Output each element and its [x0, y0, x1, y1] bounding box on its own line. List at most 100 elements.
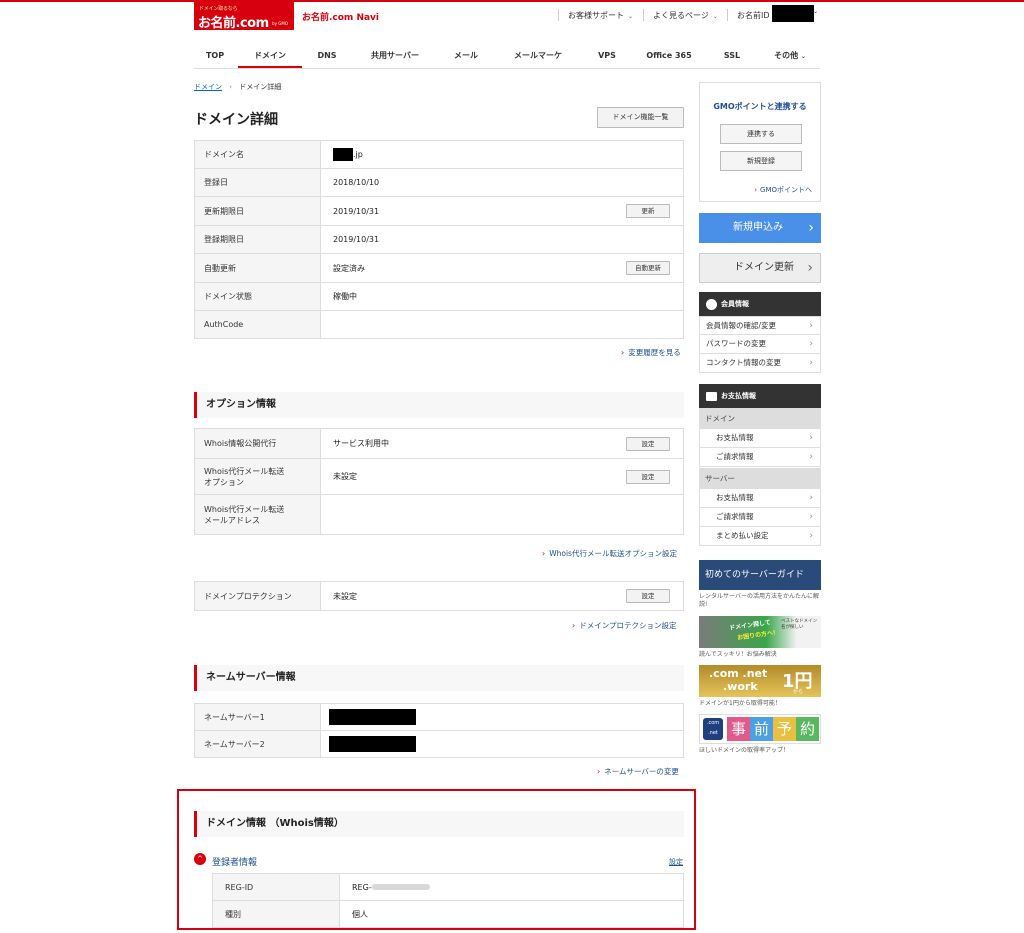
chevron-right-icon: › [809, 339, 813, 349]
history-link-label: 変更履歴を見る [628, 348, 681, 357]
sidebar-item-server-invoice[interactable]: ご請求情報 › [699, 508, 821, 527]
protection-table: ドメインプロテクション 未設定 設定 [194, 581, 684, 611]
one-yen-banner[interactable]: .com .net .work 1円 から [699, 665, 821, 697]
domain-function-list-button[interactable]: ドメイン機能一覧 [597, 107, 684, 128]
row-label: Whois情報公開代行 [195, 429, 321, 458]
pre-reservation-banner[interactable]: .com .net 事 前 予 約 [699, 714, 821, 744]
chevron-down-icon: ⌄ [800, 53, 806, 60]
registrant-table: REG-ID REG- 種別 個人 [212, 873, 684, 928]
sidebar-item-domain-payment[interactable]: お支払情報 › [699, 429, 821, 448]
nav-shared-server[interactable]: 共用サーバー [354, 48, 436, 68]
nav-domain[interactable]: ドメイン [238, 48, 302, 68]
breadcrumb-domain-link[interactable]: ドメイン [194, 83, 222, 91]
manga-banner[interactable]: ドメイン探して お困りの方へ! ベストなドメイン名が探しい [699, 616, 821, 648]
chevron-up-icon[interactable]: ^ [194, 853, 206, 865]
logo-sub: by GMO [272, 21, 288, 26]
id-label: お名前ID [737, 11, 770, 20]
payment-group-domain: ドメイン [699, 408, 821, 429]
row-label-line: メールアドレス [204, 515, 260, 525]
wallet-icon [706, 392, 717, 401]
chevron-down-icon[interactable]: ⌄ [813, 8, 818, 15]
yen-line1: .com .net [709, 667, 768, 680]
protection-link[interactable]: › ドメインプロテクション設定 [572, 620, 676, 631]
protection-value: 未設定 [333, 591, 357, 601]
nav-office365[interactable]: Office 365 [634, 48, 704, 68]
chevron-right-icon: › [542, 549, 546, 558]
registrant-accordion[interactable]: 登録者情報 [212, 855, 257, 868]
renew-button[interactable]: 更新 [626, 204, 670, 218]
nav-dns[interactable]: DNS [302, 48, 352, 68]
auto-renew-button[interactable]: 自動更新 [626, 261, 670, 275]
breadcrumb-current: ドメイン詳細 [239, 83, 282, 91]
domain-renew-label: ドメイン更新 [734, 262, 794, 273]
whois-proxy-setting-button[interactable]: 設定 [626, 436, 670, 451]
sidebar-item-server-payment[interactable]: お支払情報 › [699, 489, 821, 508]
protection-setting-button[interactable]: 設定 [626, 589, 670, 603]
server-guide-banner[interactable]: 初めてのサーバーガイド [699, 560, 821, 590]
gmo-point-link[interactable]: › GMOポイントへ [754, 185, 812, 195]
sidebar-item-password[interactable]: パスワードの変更 › [699, 335, 821, 354]
sidebar-item-member-info[interactable]: 会員情報の確認/変更 › [699, 316, 821, 335]
nav-mail-marketing[interactable]: メールマーケ [496, 48, 580, 68]
redacted-blur [371, 884, 430, 890]
regid-value: REG- [340, 883, 430, 892]
sidebar-item-bulk-payment[interactable]: まとめ払い設定 › [699, 527, 821, 546]
row-label: 種別 [213, 901, 340, 927]
regid-prefix: REG- [352, 882, 372, 892]
table-row: 種別 個人 [213, 901, 683, 928]
protection-link-label: ドメインプロテクション設定 [579, 621, 677, 630]
table-row: ネームサーバー1 [195, 704, 683, 731]
nav-vps[interactable]: VPS [582, 48, 632, 68]
gmo-register-button[interactable]: 新規登録 [720, 151, 802, 171]
faq-menu[interactable]: よく見るページ ⌄ [653, 10, 718, 21]
support-menu[interactable]: お客様サポート ⌄ [568, 10, 633, 21]
domain-name-value: .jp [321, 148, 363, 161]
chevron-down-icon: ⌄ [628, 13, 634, 20]
nav-ssl[interactable]: SSL [706, 48, 758, 68]
gmo-point-box: GMOポイントと連携する 連携する 新規登録 › GMOポイントへ [699, 82, 821, 202]
history-link[interactable]: › 変更履歴を見る [621, 347, 681, 358]
table-row: 登録日 2018/10/10 [195, 169, 683, 197]
onamae-logo[interactable]: ドメイン取るなら お名前.com by GMO [194, 2, 294, 31]
whois-mail-option-link[interactable]: › Whois代行メール転送オプション設定 [542, 548, 677, 559]
registrant-setting-link[interactable]: 設定 [669, 857, 683, 867]
member-panel-header: 会員情報 [699, 292, 821, 316]
new-application-button[interactable]: 新規申込み › [699, 213, 821, 243]
navi-title[interactable]: お名前.com Navi [302, 10, 379, 23]
user-id-menu[interactable]: お名前ID [737, 10, 770, 21]
nav-top[interactable]: TOP [194, 48, 236, 68]
chevron-right-icon: › [809, 452, 813, 462]
nav-divider [194, 68, 820, 69]
chevron-right-icon: › [807, 260, 813, 276]
type-value: 個人 [352, 909, 368, 919]
status-value: 稼働中 [333, 292, 357, 301]
yen-kara: から [793, 689, 804, 695]
chevron-right-icon: › [809, 493, 813, 503]
ns1-value [321, 709, 416, 725]
row-label: 登録日 [195, 169, 321, 196]
row-label-line: Whois代行メール転送 [204, 504, 285, 514]
option-section-title: オプション情報 [194, 392, 684, 418]
nav-other[interactable]: その他 ⌄ [760, 48, 820, 68]
nav-mail[interactable]: メール [438, 48, 494, 68]
sidebar-item-label: コンタクト情報の変更 [706, 358, 781, 367]
domain-suffix: .jp [353, 150, 363, 159]
redacted-block [329, 709, 416, 725]
payment-panel-header: お支払情報 [699, 384, 821, 408]
nameserver-change-link[interactable]: › ネームサーバーの変更 [597, 766, 679, 777]
table-row: REG-ID REG- [213, 874, 683, 901]
gmo-link-button[interactable]: 連携する [720, 124, 802, 144]
reg-date-value: 2018/10/10 [333, 178, 380, 187]
row-label: AuthCode [195, 311, 321, 338]
chevron-right-icon: › [754, 186, 758, 194]
chevron-right-icon: › [572, 621, 576, 630]
row-label: ドメイン名 [195, 141, 321, 168]
sidebar-item-contact[interactable]: コンタクト情報の変更 › [699, 354, 821, 373]
sidebar-item-domain-invoice[interactable]: ご請求情報 › [699, 448, 821, 467]
whois-proxy-value: サービス利用中 [333, 439, 389, 448]
domain-renew-button[interactable]: ドメイン更新 › [699, 253, 821, 283]
sidebar-item-label: お支払情報 [716, 493, 754, 502]
ns2-value [321, 736, 416, 752]
one-yen-caption: ドメインが1円から取得可能！ [699, 700, 781, 707]
mail-forward-setting-button[interactable]: 設定 [626, 469, 670, 484]
